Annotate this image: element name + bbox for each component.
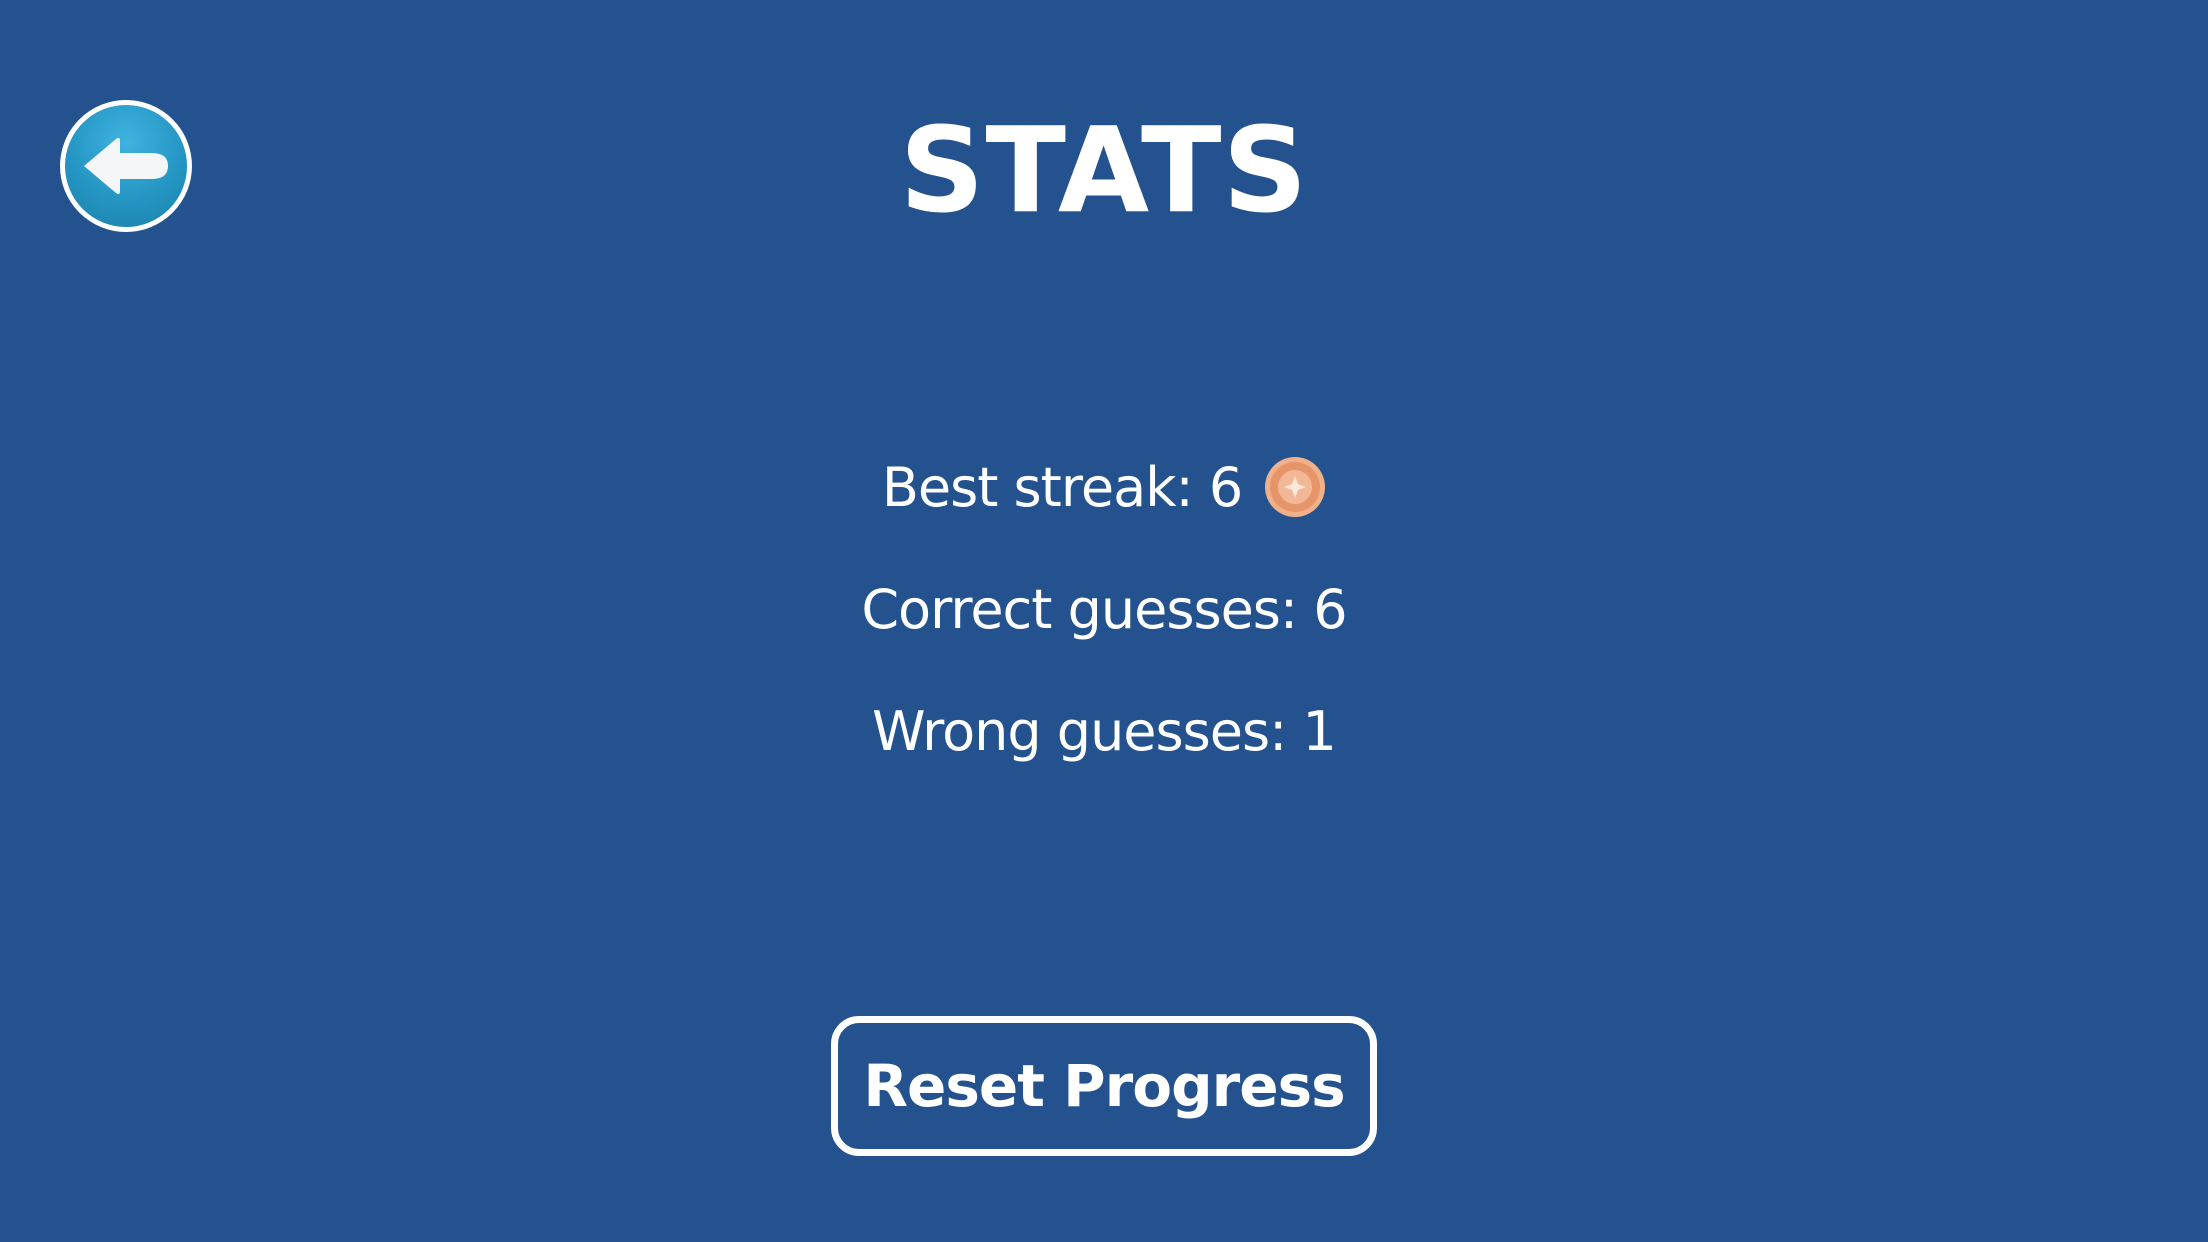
page-title: STATS [899,101,1309,239]
wrong-guesses-text: Wrong guesses: 1 [872,699,1337,763]
best-streak-text: Best streak: 6 [881,455,1243,519]
bronze-medal-icon [1264,456,1326,518]
wrong-guesses-row: Wrong guesses: 1 [0,670,2208,792]
correct-guesses-text: Correct guesses: 6 [861,577,1347,641]
correct-guesses-row: Correct guesses: 6 [0,548,2208,670]
stats-list: Best streak: 6 Correct guesses: 6 Wrong … [0,426,2208,792]
reset-progress-button[interactable]: Reset Progress [831,1016,1377,1156]
best-streak-row: Best streak: 6 [0,426,2208,548]
